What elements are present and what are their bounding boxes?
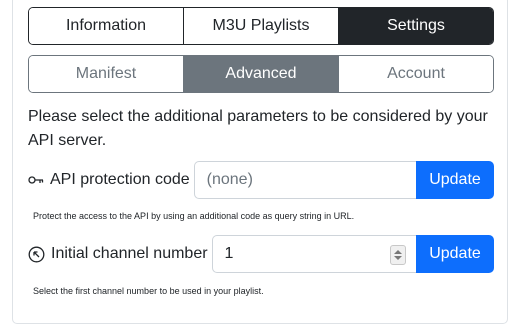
tab-account[interactable]: Account: [338, 56, 493, 92]
tab-advanced[interactable]: Advanced: [183, 56, 338, 92]
api-protection-label: API protection code: [28, 161, 194, 199]
tab-manifest[interactable]: Manifest: [29, 56, 183, 92]
api-protection-update-button[interactable]: Update: [416, 161, 494, 199]
intro-text: Please select the additional parameters …: [28, 108, 488, 149]
spinner-up-icon[interactable]: [394, 250, 402, 254]
initial-channel-label: Initial channel number: [28, 235, 212, 273]
api-protection-row: API protection code (none) Update: [28, 161, 494, 199]
api-protection-label-text: API protection code: [50, 171, 190, 188]
api-protection-input[interactable]: (none): [193, 161, 416, 199]
tab-m3u-playlists[interactable]: M3U Playlists: [183, 8, 338, 44]
tab-settings[interactable]: Settings: [338, 8, 493, 44]
number-spinner[interactable]: [390, 245, 406, 265]
spinner-down-icon[interactable]: [394, 256, 402, 260]
initial-channel-update-button[interactable]: Update: [416, 235, 494, 273]
tab-information[interactable]: Information: [29, 8, 183, 44]
initial-channel-label-text: Initial channel number: [51, 245, 208, 262]
api-protection-help: Protect the access to the API by using a…: [33, 211, 355, 221]
initial-channel-help: Select the first channel number to be us…: [33, 286, 264, 296]
api-protection-placeholder: (none): [206, 171, 253, 188]
initial-channel-input[interactable]: 1: [211, 235, 416, 273]
main-tabs: Information M3U Playlists Settings: [28, 7, 494, 45]
initial-channel-value: 1: [224, 245, 234, 262]
settings-sub-tabs: Manifest Advanced Account: [28, 55, 494, 93]
key-icon: [28, 175, 44, 185]
initial-channel-row: Initial channel number 1 Update: [28, 235, 494, 273]
arrow-up-left-circle-icon: [28, 246, 45, 263]
